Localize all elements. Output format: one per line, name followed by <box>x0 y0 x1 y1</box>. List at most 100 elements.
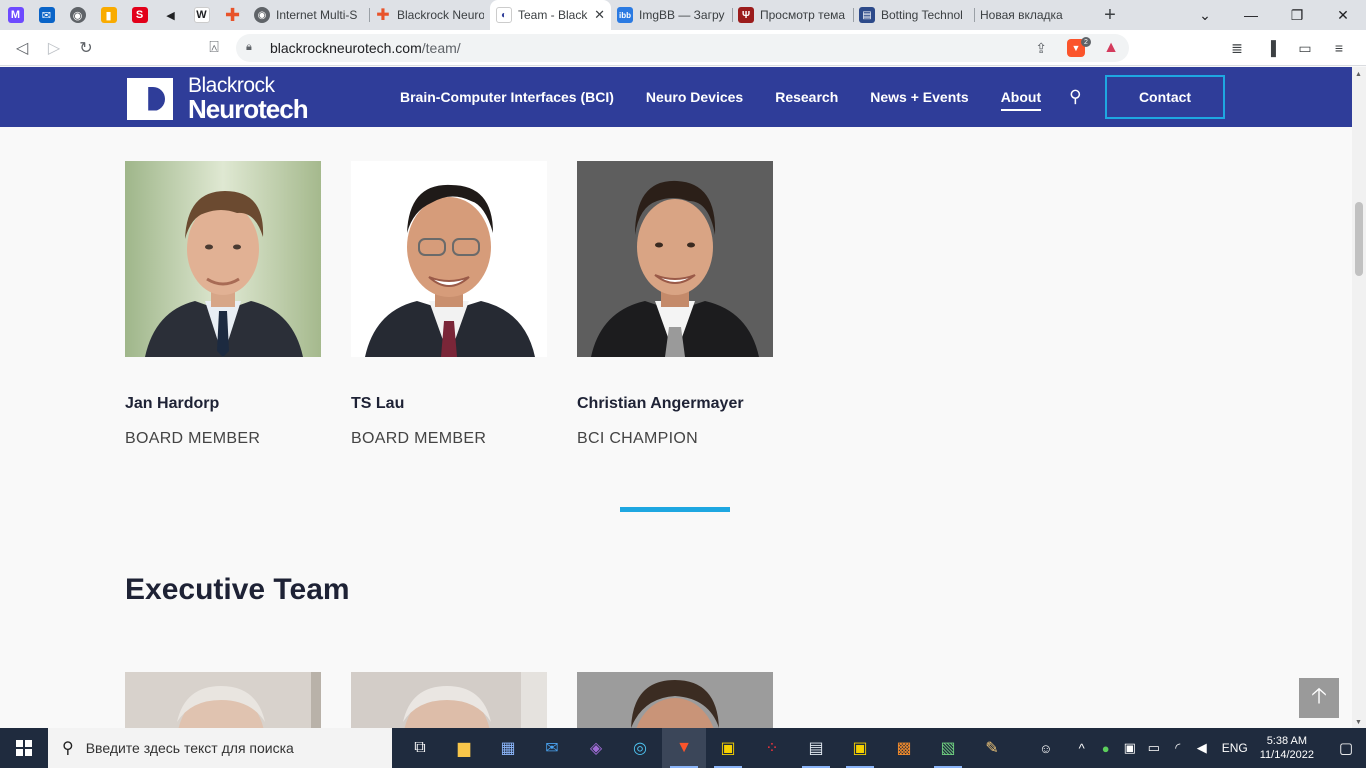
site-logo[interactable]: Blackrock Neurotech <box>127 75 309 122</box>
wikipedia-icon: W <box>193 7 210 23</box>
tab-blackrock-neuro[interactable]: ✚ Blackrock Neuro <box>369 0 490 30</box>
app-chart-icon[interactable]: ▧ <box>926 728 970 768</box>
start-button[interactable] <box>0 728 48 768</box>
browser-app-icon[interactable]: ◎ <box>618 728 662 768</box>
restore-button[interactable]: ❐ <box>1274 0 1320 30</box>
paint-icon[interactable]: ✎ <box>970 728 1014 768</box>
pinned-tab-sparkasse[interactable]: S <box>124 0 155 30</box>
close-window-button[interactable]: ✕ <box>1320 0 1366 30</box>
arrow-up-icon: 🡡 <box>1311 683 1327 708</box>
plus-icon: ✚ <box>376 7 390 24</box>
pinned-tab-wikipedia[interactable]: W <box>186 0 217 30</box>
tab-search-chevron-icon[interactable]: ⌄ <box>1182 0 1228 30</box>
tab-new-tab[interactable]: Новая вкладка <box>974 0 1095 30</box>
nav-neuro-devices[interactable]: Neuro Devices <box>646 89 743 105</box>
globe-icon: ◉ <box>69 7 86 23</box>
tab-forum-topic[interactable]: Ψ Просмотр тема <box>732 0 853 30</box>
app-window-icon[interactable]: ▤ <box>794 728 838 768</box>
file-explorer-icon[interactable]: ▆ <box>442 728 486 768</box>
wifi-icon[interactable]: ◜ <box>1166 740 1190 756</box>
sidebar-icon[interactable]: ▐ <box>1254 32 1288 64</box>
forward-button[interactable]: ▷ <box>38 32 70 64</box>
wallet-icon[interactable]: ▭ <box>1288 32 1322 64</box>
bookmark-button[interactable]: ⍓ <box>198 32 230 64</box>
member-name: Christian Angermayer <box>577 395 744 412</box>
tray-app-icon[interactable]: ▣ <box>1118 740 1142 756</box>
imgbb-icon: ibb <box>617 7 633 23</box>
nav-research[interactable]: Research <box>775 89 838 105</box>
scroll-down-icon[interactable]: ▼ <box>1355 719 1362 726</box>
close-icon[interactable]: ✕ <box>594 7 605 23</box>
nav-news-events[interactable]: News + Events <box>870 89 968 105</box>
pinned-tab-outlook[interactable]: ✉ <box>31 0 62 30</box>
menu-icon[interactable]: ≡ <box>1322 32 1356 64</box>
member-photo[interactable] <box>125 672 321 728</box>
app-dots-icon[interactable]: ⁘ <box>750 728 794 768</box>
scrollbar-thumb[interactable] <box>1355 202 1363 276</box>
back-to-top-button[interactable]: 🡡 <box>1299 678 1339 718</box>
nav-bci[interactable]: Brain-Computer Interfaces (BCI) <box>400 89 614 105</box>
tab-botting-technology[interactable]: ▤ Botting Technol <box>853 0 974 30</box>
member-photo[interactable] <box>125 161 321 357</box>
pinned-tab-plus[interactable]: ✚ <box>217 0 248 30</box>
brave-rewards-icon[interactable]: ▲ <box>1103 39 1119 57</box>
analytics-icon: ▮ <box>100 7 117 23</box>
speaker-icon: ◀ <box>166 9 175 22</box>
team-member-card[interactable]: TS Lau BOARD MEMBER <box>351 161 547 448</box>
share-icon[interactable]: ⇪ <box>1035 40 1047 57</box>
tab-internet-multi[interactable]: ◉ Internet Multi-S <box>248 0 369 30</box>
playlist-icon[interactable]: ≣ <box>1220 32 1254 64</box>
store-icon[interactable]: ▦ <box>486 728 530 768</box>
new-tab-button[interactable]: + <box>1095 0 1125 30</box>
app-photos-icon[interactable]: ▩ <box>882 728 926 768</box>
task-view-icon[interactable]: ⧉ <box>398 728 442 768</box>
tab-team-blackrock[interactable]: ◐ Team - Black ✕ <box>490 0 611 30</box>
page-scrollbar[interactable]: ▲ ▼ <box>1352 67 1366 728</box>
app-yellow-icon[interactable]: ▣ <box>706 728 750 768</box>
team-member-card[interactable]: Jan Hardorp BOARD MEMBER <box>125 161 321 448</box>
visual-studio-icon[interactable]: ◈ <box>574 728 618 768</box>
taskbar-apps: ⧉ ▆ ▦ ✉ ◈ ◎ ▼ ▣ ⁘ ▤ ▣ ▩ ▧ ✎ <box>398 728 1014 768</box>
battery-icon[interactable]: ▭ <box>1142 740 1166 756</box>
tray-chevron-up-icon[interactable]: ^ <box>1070 741 1094 756</box>
mail-icon: M <box>7 7 24 23</box>
section-title-executive-team: Executive Team <box>125 573 350 606</box>
search-icon[interactable]: ⚲ <box>1069 87 1081 107</box>
browser-tab-strip: M ✉ ◉ ▮ S ◀ W ✚ ◉ Internet Multi-S ✚ Bla… <box>0 0 1366 30</box>
plus-icon: ✚ <box>224 4 241 25</box>
envelope-icon: ✉ <box>38 7 55 23</box>
pinned-tab-audio[interactable]: ◀ <box>155 0 186 30</box>
reload-button[interactable]: ↻ <box>70 32 102 64</box>
mail-icon[interactable]: ✉ <box>530 728 574 768</box>
notification-icon[interactable]: ▢ <box>1326 739 1366 757</box>
team-member-card[interactable]: Christian Angermayer BCI CHAMPION <box>577 161 773 448</box>
taskbar-clock[interactable]: 5:38 AM 11/14/2022 <box>1260 734 1314 762</box>
contact-button[interactable]: Contact <box>1105 75 1225 119</box>
app-yellow-2-icon[interactable]: ▣ <box>838 728 882 768</box>
taskbar-search-input[interactable]: ⚲ Введите здесь текст для поиска <box>48 728 392 768</box>
back-button[interactable]: ◁ <box>6 32 38 64</box>
bank-icon: S <box>131 7 148 23</box>
pinned-tab-analytics[interactable]: ▮ <box>93 0 124 30</box>
scroll-up-icon[interactable]: ▲ <box>1355 71 1362 78</box>
member-photo[interactable] <box>351 672 547 728</box>
people-icon[interactable]: ☺ <box>1034 741 1058 756</box>
brave-browser-icon[interactable]: ▼ <box>662 728 706 768</box>
address-bar[interactable]: 🔒︎ blackrockneurotech.com/team/ ⇪ ▼ 2 ▲ <box>236 34 1129 62</box>
tab-title: Team - Black <box>518 8 588 22</box>
pinned-tab-proton-mail[interactable]: M <box>0 0 31 30</box>
nav-about[interactable]: About <box>1000 89 1042 111</box>
url-text: blackrockneurotech.com/team/ <box>270 40 461 56</box>
volume-icon[interactable]: ◀ <box>1190 740 1214 756</box>
tab-imgbb[interactable]: ibb ImgBB — Загру <box>611 0 732 30</box>
language-indicator[interactable]: ENG <box>1222 741 1248 755</box>
minimize-button[interactable]: — <box>1228 0 1274 30</box>
member-photo[interactable] <box>577 161 773 357</box>
psi-icon: Ψ <box>738 7 754 23</box>
shield-check-icon[interactable]: ● <box>1094 741 1118 756</box>
member-role: BCI CHAMPION <box>577 430 698 447</box>
main-nav: Brain-Computer Interfaces (BCI) Neuro De… <box>400 67 1110 127</box>
member-photo[interactable] <box>351 161 547 357</box>
member-photo[interactable] <box>577 672 773 728</box>
pinned-tab-globe[interactable]: ◉ <box>62 0 93 30</box>
